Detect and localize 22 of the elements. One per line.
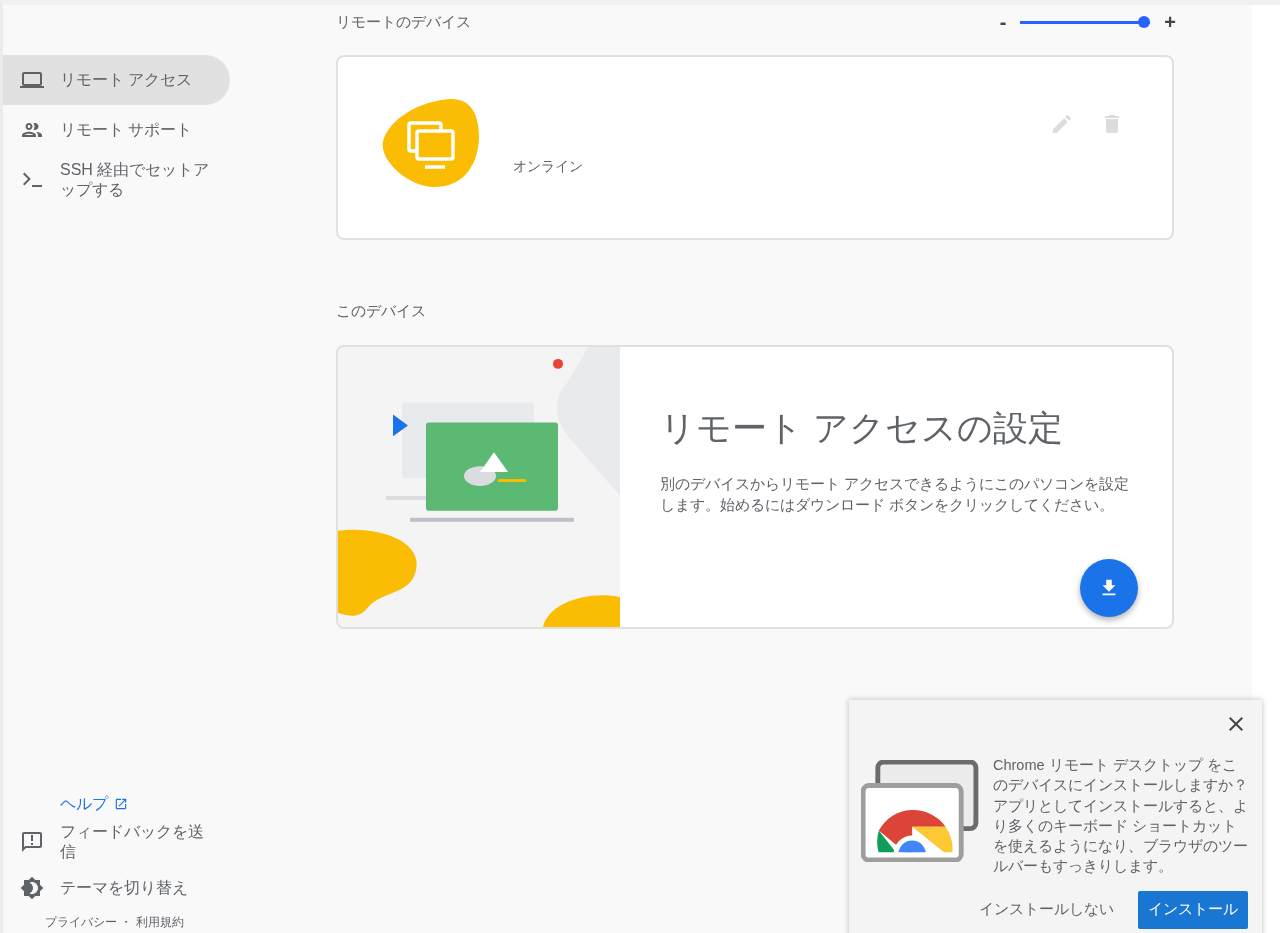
download-button[interactable]	[1080, 559, 1138, 617]
device-status: オンライン	[513, 158, 583, 176]
install-message: Chrome リモート デスクトップ をこのデバイスにインストールしますか？アプリとしてインストールすると、より多くのキーボード ショートカットを使えるようになり、ブラウザのツールバーもすっきりします。	[993, 756, 1248, 877]
app-logo-icon	[861, 760, 979, 862]
section-heading: リモートのデバイス	[336, 12, 471, 32]
sidebar-item[interactable]: SSH 経由でセットアップする	[3, 155, 230, 205]
zoom-out-button[interactable]: -	[995, 10, 1011, 34]
zoom-in-button[interactable]: +	[1160, 10, 1180, 34]
external-link-icon	[114, 797, 128, 811]
footer-links: プライバシー ・ 利用規約	[45, 915, 185, 929]
setup-description: 別のデバイスからリモート アクセスできるようにこのパソコンを設定します。始めるにはダウンロード ボタンをクリックしてください。	[660, 475, 1131, 515]
section-heading: このデバイス	[336, 302, 427, 321]
sidebar-item[interactable]: リモート サポート	[3, 105, 230, 155]
install-button[interactable]: インストール	[1138, 890, 1248, 929]
help-link[interactable]: ヘルプ	[60, 789, 240, 819]
sidebar-item[interactable]: テーマを切り替え	[3, 865, 230, 911]
sidebar-item[interactable]: フィードバックを送信	[3, 819, 230, 865]
setup-title: リモート アクセスの設定	[660, 407, 1064, 449]
feedback-icon	[20, 830, 44, 854]
theme-icon	[20, 876, 44, 900]
sidebar-item[interactable]: リモート アクセス	[3, 55, 230, 105]
dismiss-button[interactable]: インストールしない	[969, 890, 1124, 929]
